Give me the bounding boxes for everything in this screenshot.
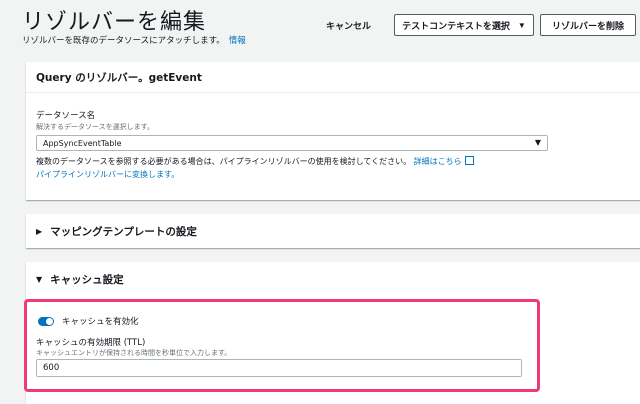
resolver-panel-title: Query のリゾルバー。getEvent	[26, 62, 640, 93]
ttl-input[interactable]	[36, 359, 522, 377]
subtitle-text: リゾルバーを既存のデータソースにアタッチします。	[22, 36, 225, 46]
pipeline-help-message: 複数のデータソースを参照する必要がある場合は、パイプラインリゾルバーの使用を検討…	[36, 157, 412, 166]
info-link[interactable]: 情報	[229, 36, 246, 46]
pipeline-help-text: 複数のデータソースを参照する必要がある場合は、パイプラインリゾルバーの使用を検討…	[36, 155, 474, 167]
page-header: リゾルバーを編集 リゾルバーを既存のデータソースにアタッチします。 情報 キャンセ…	[0, 0, 640, 50]
caret-down-icon: ▼	[534, 138, 541, 147]
mapping-template-panel: ▶ マッピングテンプレートの設定	[26, 214, 640, 248]
datasource-label: データソース名	[36, 111, 96, 121]
resolver-panel: Query のリゾルバー。getEvent データソース名 解決するデータソース…	[26, 62, 640, 200]
cancel-button[interactable]: キャンセル	[320, 16, 377, 36]
datasource-description: 解決するデータソースを選択します。	[36, 123, 154, 131]
mapping-template-toggle[interactable]: ▶ マッピングテンプレートの設定	[26, 214, 640, 248]
enable-cache-toggle[interactable]	[38, 316, 54, 326]
cache-settings-title: キャッシュ設定	[50, 273, 124, 286]
mapping-template-title: マッピングテンプレートの設定	[50, 225, 197, 238]
toggle-knob	[46, 317, 53, 325]
select-test-context-button[interactable]: テストコンテキストを選択 ▼	[394, 14, 534, 36]
delete-resolver-button[interactable]: リゾルバーを削除	[540, 14, 636, 36]
learn-more-link[interactable]: 詳細はこちら	[414, 157, 462, 166]
caret-down-icon: ▼	[36, 274, 43, 284]
datasource-select[interactable]: AppSyncEventTable ▼	[36, 135, 548, 151]
ttl-label: キャッシュの有効期限 (TTL)	[36, 338, 146, 348]
cache-settings-toggle[interactable]: ▼ キャッシュ設定	[26, 262, 640, 296]
convert-to-pipeline-link[interactable]: パイプラインリゾルバーに変換します。	[36, 169, 179, 180]
ttl-description: キャッシュエントリが保持される時間を秒単位で入力します。	[36, 349, 232, 357]
enable-cache-row: キャッシュを有効化	[38, 315, 139, 327]
caret-down-icon: ▼	[517, 20, 526, 30]
enable-cache-label: キャッシュを有効化	[62, 317, 139, 327]
page-title: リゾルバーを編集	[22, 10, 207, 35]
external-link-icon	[464, 156, 474, 165]
select-test-context-label: テストコンテキストを選択	[402, 20, 510, 31]
page-subtitle: リゾルバーを既存のデータソースにアタッチします。 情報	[22, 34, 246, 46]
datasource-select-value: AppSyncEventTable	[43, 138, 122, 148]
caret-right-icon: ▶	[36, 226, 43, 236]
